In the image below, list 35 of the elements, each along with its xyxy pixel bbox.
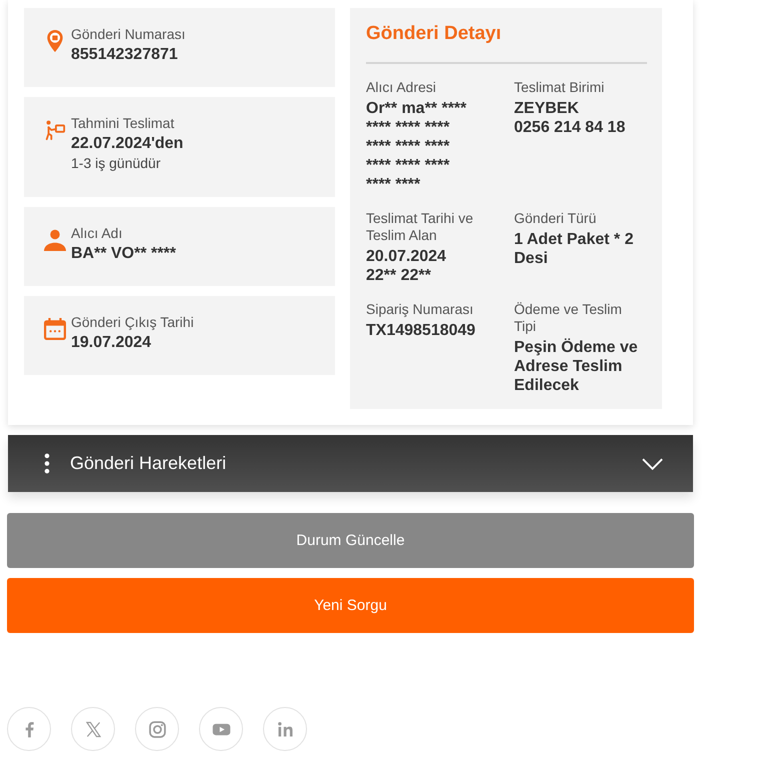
x-logo-icon[interactable] — [71, 707, 115, 751]
field-value: 855142327871 — [71, 45, 179, 65]
chevron-icon — [642, 458, 663, 470]
person-icon — [44, 229, 66, 251]
accordion-header[interactable]: Gönderi Hareketleri — [8, 435, 693, 492]
field-label: Alıcı Adresi — [366, 79, 438, 96]
field-label: Tahmini Teslimat — [71, 115, 176, 132]
field-value: 22.07.2024'den — [71, 134, 184, 154]
linkedin-icon[interactable] — [263, 707, 307, 751]
field-value: Or** ma** **** **** **** **** **** **** **** **** **** **** **** **** — [366, 99, 468, 194]
field-label: Gönderi Çıkış Tarihi — [71, 314, 194, 331]
field-value: BA** VO** **** — [71, 244, 176, 264]
detail-title: Gönderi Detayı — [366, 22, 502, 46]
courier-carrying-box-icon — [44, 119, 66, 141]
field-value: 20.07.2024 22** 22** — [366, 247, 448, 285]
delivery-note: 1-3 iş günüdür — [71, 154, 162, 172]
field-value: Peşin Ödeme ve Adrese Teslim Edilecek — [514, 338, 639, 395]
field-label: Ödeme ve Teslim Tipi — [514, 301, 623, 335]
action-button[interactable]: Durum Güncelle — [7, 513, 694, 568]
field-value: TX1498518049 — [366, 321, 476, 340]
field-value: 1 Adet Paket * 2 Desi — [514, 230, 634, 268]
field-value: 19.07.2024 — [71, 333, 152, 353]
field-value: ZEYBEK 0256 214 84 18 — [514, 99, 626, 137]
facebook-icon[interactable] — [7, 707, 51, 751]
field-label: Teslimat Birimi — [514, 79, 606, 96]
field-label: Sipariş Numarası — [366, 301, 474, 318]
action-button[interactable]: Yeni Sorgu — [7, 578, 694, 633]
field-label: Gönderi Türü — [514, 210, 598, 227]
kebab-menu-icon — [44, 453, 50, 474]
instagram-icon[interactable] — [135, 707, 179, 751]
youtube-icon[interactable] — [199, 707, 243, 751]
field-label: Gönderi Numarası — [71, 26, 186, 43]
field-label: Alıcı Adı — [71, 225, 124, 242]
calendar-icon — [44, 318, 66, 340]
field-label: Teslimat Tarihi ve Teslim Alan — [366, 210, 474, 244]
